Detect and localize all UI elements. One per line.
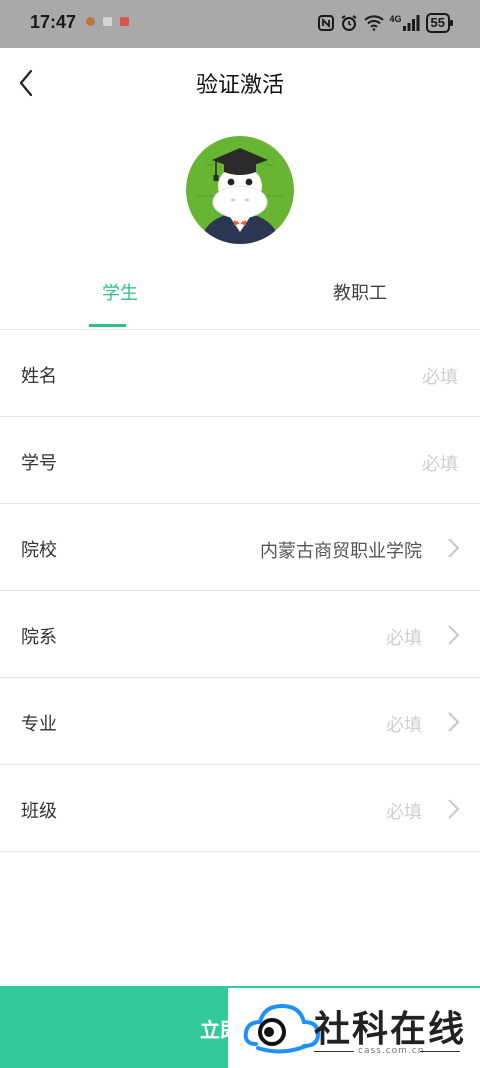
field-label: 院校 xyxy=(21,540,57,561)
graduate-hippo-icon xyxy=(186,136,294,244)
role-tabs: 学生 教职工 xyxy=(0,262,480,330)
nfc-icon xyxy=(317,15,334,31)
tab-active-indicator xyxy=(89,324,126,327)
app-notification-icon xyxy=(103,17,112,26)
chevron-right-icon xyxy=(448,799,460,819)
avatar xyxy=(186,136,294,244)
department-field[interactable]: 院系 必填 xyxy=(0,591,480,678)
field-label: 姓名 xyxy=(21,366,57,387)
wifi-icon xyxy=(363,15,384,31)
status-bar: 17:47 4G 55 xyxy=(0,0,480,48)
department-placeholder: 必填 xyxy=(386,628,422,649)
field-label: 班级 xyxy=(21,801,57,822)
page-title: 验证激活 xyxy=(195,73,284,98)
student-id-input-placeholder[interactable]: 必填 xyxy=(422,450,458,476)
field-label: 院系 xyxy=(21,627,57,648)
watermark: 社科在线 cass.com.cn xyxy=(228,988,480,1068)
school-value: 内蒙古商贸职业学院 xyxy=(260,541,422,562)
nav-bar: 验证激活 xyxy=(0,48,480,114)
class-field[interactable]: 班级 必填 xyxy=(0,765,480,852)
tab-student[interactable]: 学生 xyxy=(0,262,240,328)
divider xyxy=(314,1051,354,1052)
watermark-title: 社科在线 xyxy=(314,1008,467,1050)
name-field[interactable]: 姓名 必填 xyxy=(0,330,480,417)
school-field[interactable]: 院校 内蒙古商贸职业学院 xyxy=(0,504,480,591)
class-placeholder: 必填 xyxy=(386,802,422,823)
battery-indicator: 55 xyxy=(425,13,454,33)
chevron-right-icon xyxy=(448,625,460,645)
major-placeholder: 必填 xyxy=(386,715,422,736)
name-input-placeholder[interactable]: 必填 xyxy=(422,363,458,389)
tab-staff[interactable]: 教职工 xyxy=(240,262,480,328)
chevron-right-icon xyxy=(448,538,460,558)
divider xyxy=(420,1051,460,1052)
major-field[interactable]: 专业 必填 xyxy=(0,678,480,765)
chevron-right-icon xyxy=(448,712,460,732)
field-label: 学号 xyxy=(21,453,57,474)
student-id-field[interactable]: 学号 必填 xyxy=(0,417,480,504)
app-notification-icon xyxy=(120,17,129,26)
cloud-logo-icon xyxy=(243,1003,321,1054)
system-icons: 4G 55 xyxy=(317,13,454,33)
notification-icons xyxy=(86,17,129,26)
network-type: 4G xyxy=(389,14,402,24)
signal-icon xyxy=(402,15,420,31)
field-label: 专业 xyxy=(21,714,57,735)
app-notification-icon xyxy=(86,17,95,26)
alarm-icon xyxy=(340,15,357,31)
verification-form: 姓名 必填 学号 必填 院校 内蒙古商贸职业学院 院系 必填 专业 必填 班级 … xyxy=(0,330,480,852)
watermark-url: cass.com.cn xyxy=(358,1046,425,1056)
status-time: 17:47 xyxy=(30,12,77,32)
